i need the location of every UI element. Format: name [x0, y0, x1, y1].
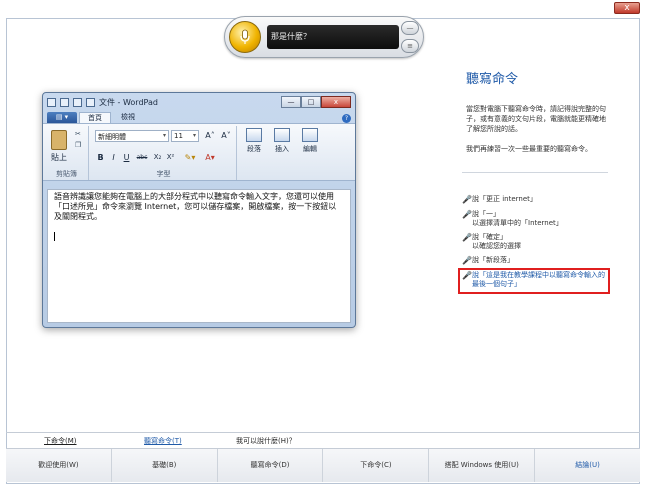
- minimize-window-button[interactable]: —: [281, 96, 301, 108]
- clipboard-group-label: 剪貼簿: [56, 170, 77, 178]
- minimize-button[interactable]: —: [401, 21, 419, 35]
- app-icon: [47, 97, 56, 107]
- font-group: 新細明體 ▾ 11 ▾ A˄ A˅ B I U abc X₂ X² ✎▾ A▾ 字型: [91, 126, 237, 180]
- subscript-button[interactable]: X₂: [152, 152, 163, 163]
- shrink-font-button[interactable]: A˅: [219, 130, 233, 141]
- undo-icon[interactable]: [73, 97, 82, 107]
- clipboard-group: 貼上 ✂ ❐ 剪貼簿: [45, 126, 89, 180]
- paragraph-button[interactable]: 段落: [243, 126, 265, 154]
- ribbon: 貼上 ✂ ❐ 剪貼簿 新細明體 ▾ 11 ▾ A˄ A˅ B I U abc X₂ …: [43, 123, 355, 181]
- microphone-icon: 🎤: [462, 256, 472, 265]
- microphone-icon: 🎤: [462, 195, 472, 204]
- editing-button[interactable]: 編輯: [299, 126, 321, 154]
- grow-font-button[interactable]: A˄: [203, 130, 217, 141]
- document-area[interactable]: 語音辨識讓您能夠在電腦上的大部分程式中以聽寫命令輸入文字，您還可以使用「口述所見…: [47, 189, 351, 323]
- step-navigation: 下命令(M) 聽寫命令(T) 我可以說什麼(H)？: [6, 434, 640, 448]
- nav-conclusion[interactable]: 結論(U): [535, 449, 640, 482]
- superscript-button[interactable]: X²: [165, 152, 176, 163]
- paste-button[interactable]: 貼上: [51, 152, 67, 163]
- current-step-label: 聽寫命令(T): [144, 437, 182, 445]
- copy-icon[interactable]: ❐: [75, 141, 83, 149]
- italic-button[interactable]: I: [108, 152, 119, 163]
- nav-welcome[interactable]: 歡迎使用(W): [6, 449, 112, 482]
- panel-subtitle: 我們再練習一次一些最重要的聽寫命令。: [466, 145, 592, 153]
- document-text: 語音辨識讓您能夠在電腦上的大部分程式中以聽寫命令輸入文字，您還可以使用「口述所見…: [54, 192, 337, 221]
- find-icon: [302, 128, 318, 142]
- section-navigation: 歡迎使用(W) 基礎(B) 聽寫命令(D) 下命令(C) 搭配 Windows …: [6, 448, 640, 482]
- close-button[interactable]: x: [614, 2, 640, 14]
- redo-icon[interactable]: [86, 97, 95, 107]
- font-group-label: 字型: [156, 170, 171, 178]
- nav-basics[interactable]: 基礎(B): [112, 449, 218, 482]
- highlight-color-button[interactable]: ✎▾: [181, 152, 199, 163]
- bottom-divider: [6, 432, 640, 433]
- wordpad-window: 文件 - WordPad — □ x ▤ ▾ 首頁 檢視 ? 貼上 ✂ ❐ 剪貼…: [42, 92, 356, 328]
- microphone-icon: 🎤: [462, 210, 472, 219]
- command-item: 🎤 說「新段落」: [462, 256, 514, 265]
- help-icon[interactable]: ?: [342, 114, 351, 123]
- bold-button[interactable]: B: [95, 152, 106, 163]
- text-caret: [54, 232, 55, 241]
- maximize-window-button[interactable]: □: [301, 96, 321, 108]
- speech-feedback-display: 那是什麼？: [267, 25, 399, 49]
- command-item: 🎤 說「確定」 以確認您的選擇: [462, 233, 521, 250]
- close-window-button[interactable]: x: [321, 96, 351, 108]
- save-icon[interactable]: [60, 97, 69, 107]
- speech-recognition-bar: 那是什麼？ — ≡: [224, 16, 424, 58]
- current-command-highlight: [458, 268, 610, 294]
- command-item: 🎤 說「更正 internet」: [462, 195, 537, 204]
- cut-icon[interactable]: ✂: [75, 130, 83, 138]
- window-title: 文件 - WordPad: [99, 97, 158, 107]
- wordpad-titlebar: 文件 - WordPad — □ x: [43, 93, 355, 111]
- text-color-button[interactable]: A▾: [201, 152, 219, 163]
- command-item: 🎤 說「一」 以選擇清單中的「Internet」: [462, 210, 563, 227]
- font-family-select[interactable]: 新細明體 ▾: [95, 130, 169, 142]
- microphone-icon: [240, 29, 250, 44]
- nav-commanding[interactable]: 下命令(C): [323, 449, 430, 482]
- strikethrough-button[interactable]: abc: [134, 152, 150, 163]
- prev-step-link[interactable]: 下命令(M): [44, 434, 77, 448]
- paste-icon[interactable]: [51, 130, 67, 150]
- nav-windows[interactable]: 搭配 Windows 使用(U): [429, 449, 536, 482]
- tab-home[interactable]: 首頁: [79, 112, 111, 123]
- ribbon-tabs: ▤ ▾ 首頁 檢視 ?: [43, 111, 355, 123]
- insert-picture-icon: [274, 128, 290, 142]
- nav-dictation[interactable]: 聽寫命令(D): [218, 449, 324, 482]
- panel-title: 聽寫命令: [466, 72, 519, 87]
- panel-intro: 當您對電腦下聽寫命令時，請記得說完整的句子，或有意義的文句片段，電腦就能更精確地…: [466, 105, 606, 133]
- microphone-icon: 🎤: [462, 233, 472, 242]
- font-size-select[interactable]: 11 ▾: [171, 130, 199, 142]
- underline-button[interactable]: U: [121, 152, 132, 163]
- tab-view[interactable]: 檢視: [113, 112, 143, 123]
- microphone-button[interactable]: [229, 21, 261, 53]
- next-step-link[interactable]: 我可以說什麼(H)？: [236, 434, 296, 448]
- file-menu-button[interactable]: ▤ ▾: [47, 112, 77, 123]
- panel-divider: [462, 172, 608, 173]
- paragraph-icon: [246, 128, 262, 142]
- options-button[interactable]: ≡: [401, 39, 419, 53]
- insert-button[interactable]: 插入: [271, 126, 293, 154]
